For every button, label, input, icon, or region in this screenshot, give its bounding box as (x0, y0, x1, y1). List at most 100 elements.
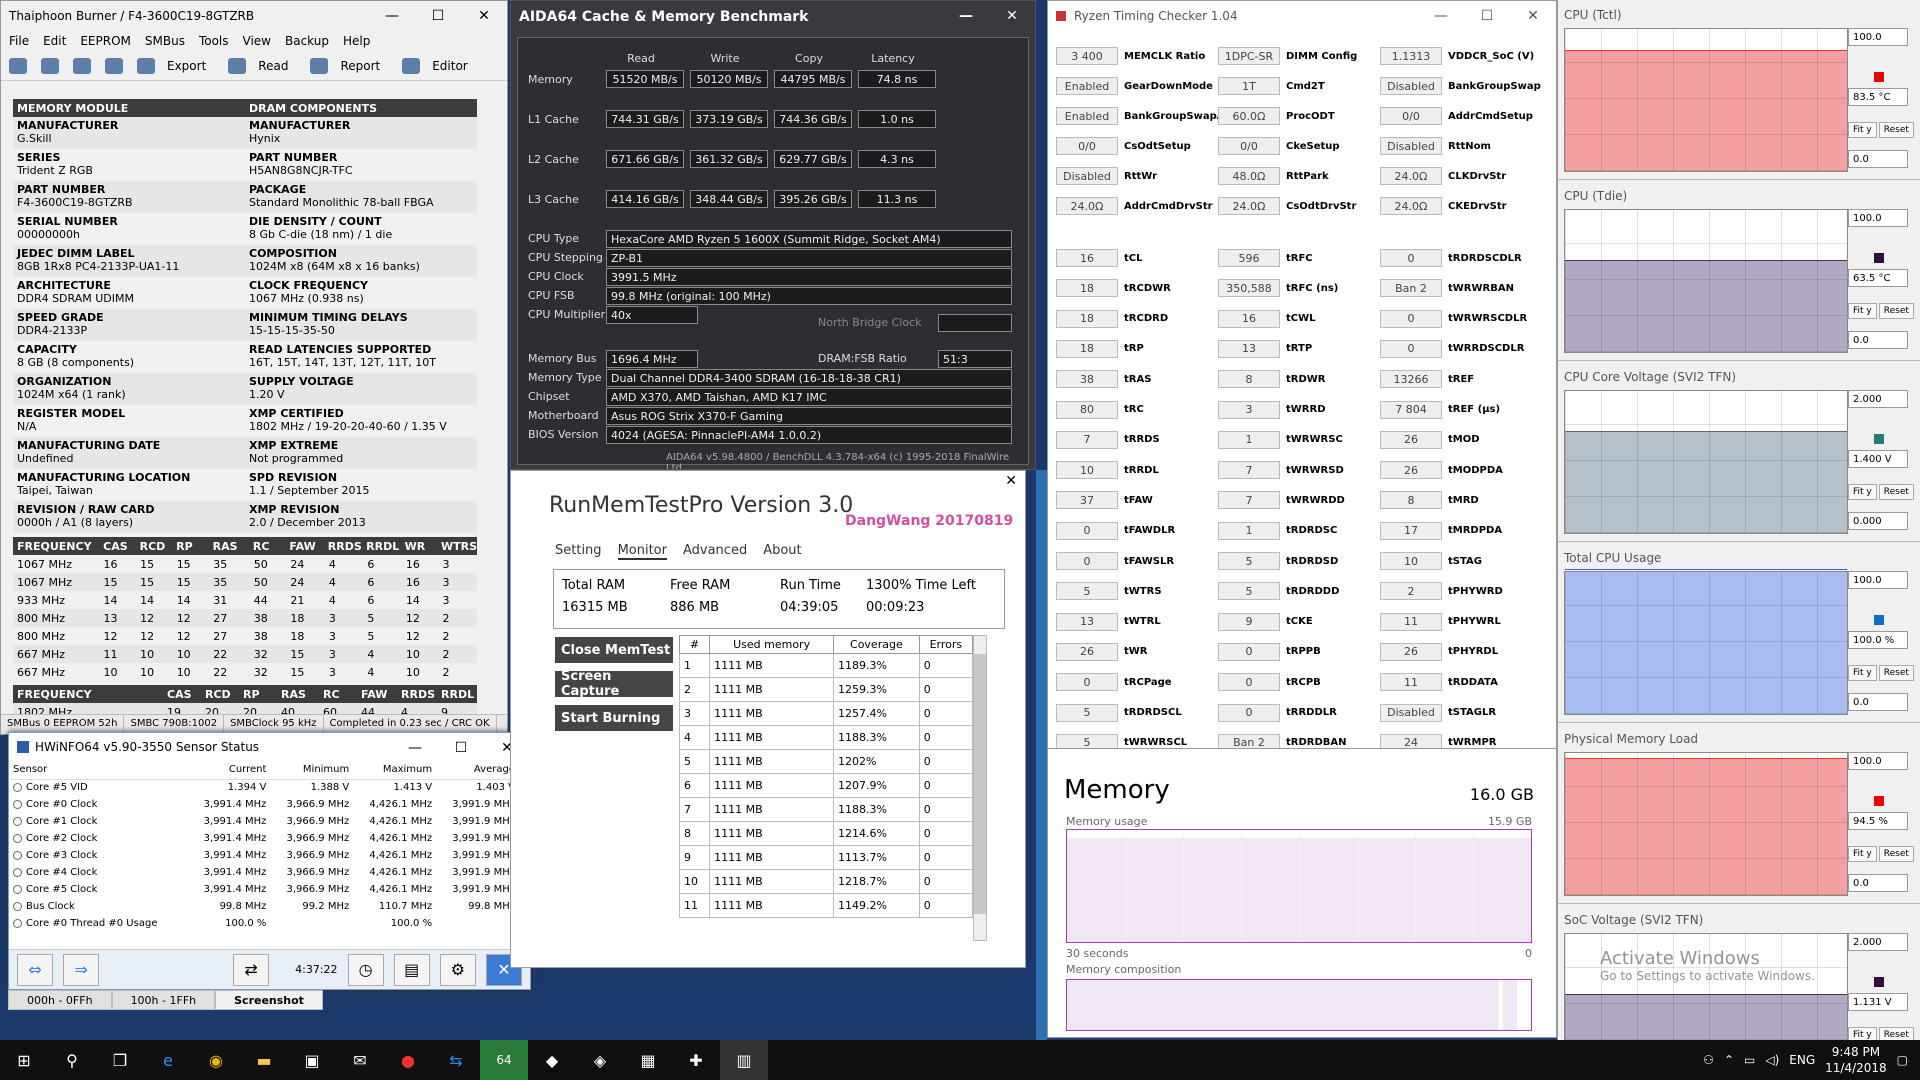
fit-y-button[interactable]: Fit y (1848, 122, 1877, 138)
timing-value[interactable]: Disabled (1380, 137, 1442, 155)
sensor-col-header[interactable]: Average (436, 761, 519, 780)
timing-value[interactable]: 38 (1056, 370, 1118, 389)
reset-button[interactable]: Reset (1878, 303, 1914, 319)
table-row[interactable]: 4 1111 MB 1188.3% 0 (678, 725, 974, 750)
sensor-col-header[interactable]: Current (187, 761, 271, 780)
sensor-col-header[interactable]: Minimum (270, 761, 354, 780)
arrows-collapse-icon[interactable]: ⇒ (63, 953, 100, 986)
timing-value[interactable]: 0 (1218, 673, 1280, 692)
timing-value[interactable]: Disabled (1380, 703, 1442, 722)
arrows-left-right-icon[interactable]: ⇔ (17, 953, 54, 986)
clock-icon[interactable]: ◷ (347, 953, 384, 986)
close-memtest-button[interactable]: Close MemTest (555, 637, 673, 663)
tab-setting[interactable]: Setting (555, 543, 602, 560)
timing-value[interactable]: 0 (1056, 552, 1118, 570)
thaiphoon-taskbar-icon[interactable]: ◆ (528, 1040, 576, 1080)
fit-y-button[interactable]: Fit y (1848, 1027, 1877, 1040)
timing-value[interactable]: Enabled (1056, 77, 1118, 95)
timing-value[interactable]: 7 (1218, 461, 1280, 480)
timing-value[interactable]: 48.0Ω (1218, 167, 1280, 185)
spd-tab[interactable]: 000h - 0FFh (8, 990, 112, 1010)
timing-value[interactable]: 11 (1380, 673, 1442, 692)
sensor-col-header[interactable]: Maximum (353, 761, 437, 780)
reset-button[interactable]: Reset (1878, 1027, 1914, 1040)
table-row[interactable]: 8 1111 MB 1214.6% 0 (678, 821, 974, 846)
clock[interactable]: 9:48 PM 11/4/2018 (1825, 1044, 1887, 1076)
lock-icon[interactable] (41, 57, 59, 74)
timing-value[interactable]: 9 (1218, 612, 1280, 631)
timing-value[interactable]: 2 (1380, 582, 1442, 601)
table-row[interactable]: 7 1111 MB 1188.3% 0 (678, 797, 974, 822)
timing-value[interactable]: 16 (1218, 309, 1280, 328)
table-row[interactable]: Core #0 Clock 3,991.4 MHz 3,966.9 MHz 4,426… (9, 796, 519, 813)
timing-value[interactable]: Disabled (1380, 77, 1442, 95)
screen-capture-button[interactable]: Screen Capture (555, 669, 673, 699)
timing-value[interactable]: 596 (1218, 249, 1280, 267)
maximize-icon[interactable]: ☐ (438, 733, 484, 763)
network-icon[interactable]: ⇄ (232, 953, 270, 986)
network-icon[interactable]: ▭ (1744, 1053, 1755, 1067)
menu-item-backup[interactable]: Backup (285, 34, 329, 48)
mail-icon[interactable]: ✉ (336, 1040, 384, 1080)
hwinfo-titlebar[interactable]: HWiNFO64 v5.90-3550 Sensor Status — ☐ ✕ (9, 733, 530, 761)
maximize-icon[interactable]: ☐ (1464, 1, 1510, 31)
timing-value[interactable]: 11 (1380, 612, 1442, 631)
gear-icon[interactable]: ⚙ (439, 953, 476, 986)
timing-value[interactable]: 0/0 (1056, 137, 1118, 155)
close-icon[interactable]: ✕ (1510, 1, 1556, 31)
table-row[interactable]: Core #3 Clock 3,991.4 MHz 3,966.9 MHz 4,426… (9, 847, 519, 864)
task-view-icon[interactable]: ❐ (96, 1040, 144, 1080)
timing-value[interactable]: 3 (1218, 400, 1280, 419)
start-burning-button[interactable]: Start Burning (555, 705, 673, 731)
rtc-titlebar[interactable]: Ryzen Timing Checker 1.04 — ☐ ✕ (1048, 1, 1556, 31)
timing-value[interactable]: 1T (1218, 77, 1280, 95)
menu-item-tools[interactable]: Tools (199, 34, 229, 48)
timing-value[interactable]: 1 (1218, 521, 1280, 540)
save-icon[interactable] (73, 57, 91, 74)
ryzen-taskbar-icon[interactable]: ◈ (576, 1040, 624, 1080)
chrome-icon[interactable]: ◉ (192, 1040, 240, 1080)
fit-y-button[interactable]: Fit y (1848, 665, 1877, 681)
fit-y-button[interactable]: Fit y (1848, 846, 1877, 862)
runmemtest-taskbar-icon[interactable]: ▥ (720, 1040, 768, 1080)
table-row[interactable]: Core #5 Clock 3,991.4 MHz 3,966.9 MHz 4,426… (9, 881, 519, 898)
timing-value[interactable]: 60.0Ω (1218, 107, 1280, 125)
file-explorer-icon[interactable]: ▬ (240, 1040, 288, 1080)
minimize-icon[interactable]: — (392, 733, 438, 763)
timing-value[interactable]: 7 (1056, 430, 1118, 449)
table-row[interactable]: 6 1111 MB 1207.9% 0 (678, 773, 974, 798)
timing-value[interactable]: 10 (1380, 552, 1442, 570)
timing-value[interactable]: 26 (1380, 430, 1442, 449)
tab-about[interactable]: About (763, 543, 801, 560)
table-row[interactable]: Core #0 Thread #0 Usage 100.0 % 100.0 % (9, 915, 519, 932)
timing-value[interactable]: 24.0Ω (1380, 197, 1442, 215)
timing-value[interactable]: 0 (1218, 703, 1280, 722)
timing-value[interactable]: 1 (1218, 430, 1280, 449)
timing-value[interactable]: 0 (1056, 521, 1118, 540)
timing-value[interactable]: 350,588 (1218, 279, 1280, 298)
people-icon[interactable]: ⚇ (1703, 1053, 1714, 1067)
menu-item-file[interactable]: File (9, 34, 29, 48)
timing-value[interactable]: 37 (1056, 491, 1118, 510)
hwinfo-taskbar-icon[interactable]: ▦ (624, 1040, 672, 1080)
reset-button[interactable]: Reset (1878, 665, 1914, 681)
edge-icon[interactable]: e (144, 1040, 192, 1080)
timing-value[interactable]: 17 (1380, 521, 1442, 540)
menu-item-help[interactable]: Help (343, 34, 370, 48)
timing-value[interactable]: 13 (1218, 339, 1280, 358)
menu-item-smbus[interactable]: SMBus (145, 34, 185, 48)
store-icon[interactable]: ▣ (288, 1040, 336, 1080)
table-row[interactable]: Core #1 Clock 3,991.4 MHz 3,966.9 MHz 4,426… (9, 813, 519, 830)
red-app-icon[interactable]: ● (384, 1040, 432, 1080)
close-icon[interactable]: ✕ (1005, 473, 1017, 489)
toolbar-editor-button[interactable]: Editor (402, 57, 476, 74)
timing-value[interactable]: 3 400 (1056, 47, 1118, 65)
chevron-up-icon[interactable]: ⌃ (1724, 1053, 1734, 1067)
volume-icon[interactable]: ◁) (1765, 1053, 1779, 1067)
maximize-icon[interactable]: ☐ (415, 1, 461, 31)
timing-value[interactable]: 8 (1218, 370, 1280, 389)
timing-value[interactable]: 0/0 (1218, 137, 1280, 155)
table-row[interactable]: 1 1111 MB 1189.3% 0 (678, 653, 974, 678)
table-row[interactable]: 11 1111 MB 1149.2% 0 (678, 893, 974, 918)
toolbar-report-button[interactable]: Report (310, 57, 388, 74)
